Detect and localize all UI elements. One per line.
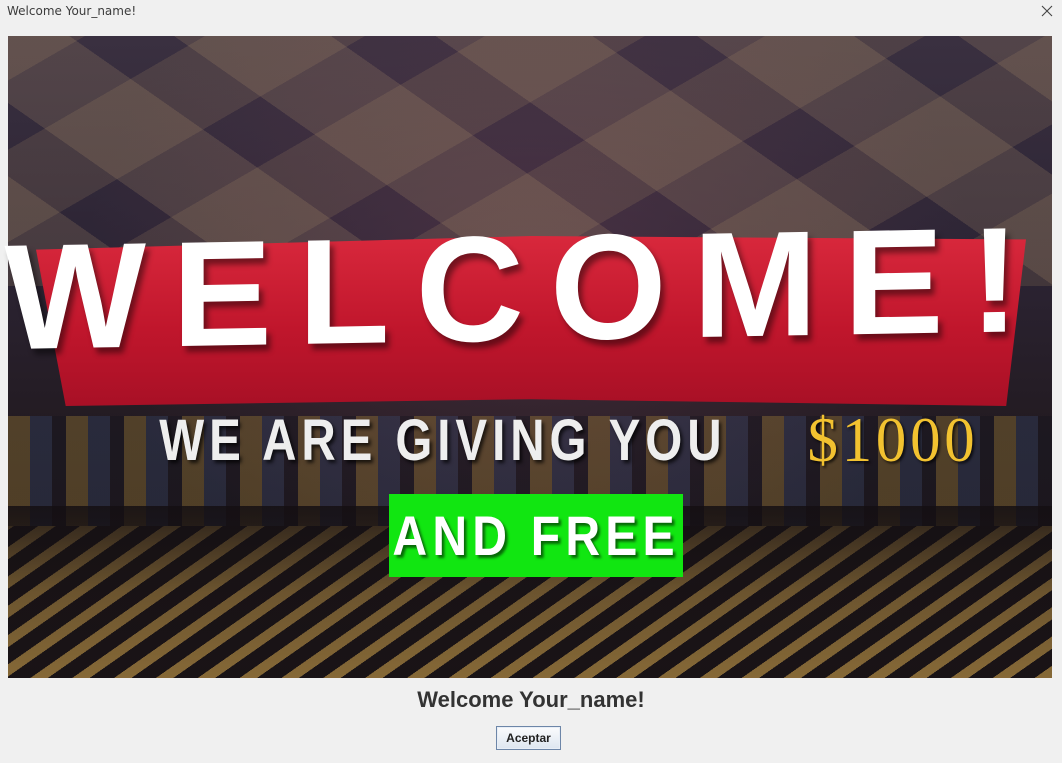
banner-free-text: AND FREE xyxy=(392,504,680,567)
banner-headline: WELCOME! xyxy=(4,194,1046,381)
close-button[interactable] xyxy=(1032,0,1062,22)
banner-free-box: AND FREE xyxy=(389,494,683,577)
banner-offer-line: WE ARE GIVING YOU $1000 xyxy=(140,404,974,475)
close-icon xyxy=(1041,5,1053,17)
banner-offer-text: WE ARE GIVING YOU xyxy=(159,407,727,473)
accept-button[interactable]: Aceptar xyxy=(496,726,561,750)
dialog-message: Welcome Your_name! xyxy=(417,687,645,712)
title-bar: Welcome Your_name! xyxy=(0,0,1062,24)
banner-amount: $1000 xyxy=(807,404,979,475)
window-title: Welcome Your_name! xyxy=(7,4,137,18)
